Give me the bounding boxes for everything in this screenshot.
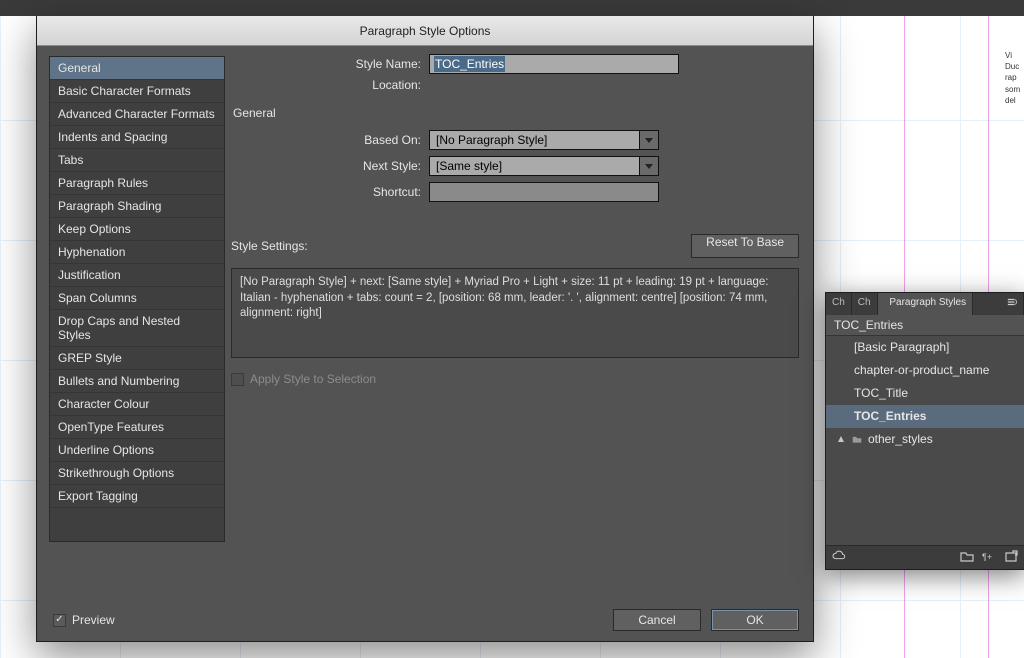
tab-character-styles-2[interactable]: Ch (852, 293, 878, 315)
background-text: Vi Duc rap som del (1005, 50, 1024, 250)
style-name-input[interactable]: TOC_Entries (429, 54, 679, 74)
clear-override-icon[interactable]: ¶+ (982, 549, 996, 566)
style-name-label: Style Name: (231, 57, 421, 71)
style-item-basic-paragraph[interactable]: [Basic Paragraph] (826, 336, 1024, 359)
style-settings-text[interactable]: [No Paragraph Style] + next: [Same style… (231, 268, 799, 358)
sidebar-item-advanced-char[interactable]: Advanced Character Formats (50, 103, 224, 126)
shortcut-input[interactable] (429, 182, 659, 202)
next-style-value: [Same style] (429, 156, 639, 176)
tab-paragraph-styles[interactable]: Paragraph Styles (878, 293, 974, 315)
dialog-title: Paragraph Style Options (37, 16, 813, 46)
chevron-down-icon[interactable] (639, 156, 659, 176)
sidebar-item-indents[interactable]: Indents and Spacing (50, 126, 224, 149)
new-folder-icon[interactable] (960, 549, 974, 566)
shortcut-label: Shortcut: (231, 185, 421, 199)
reset-to-base-button[interactable]: Reset To Base (691, 234, 799, 258)
cloud-sync-icon[interactable] (832, 549, 846, 566)
style-folder-label: other_styles (868, 432, 933, 446)
sidebar-item-hyphenation[interactable]: Hyphenation (50, 241, 224, 264)
sidebar-item-basic-char[interactable]: Basic Character Formats (50, 80, 224, 103)
location-label: Location: (231, 78, 421, 92)
folder-icon (852, 434, 862, 444)
sidebar-item-justification[interactable]: Justification (50, 264, 224, 287)
new-style-icon[interactable] (1004, 549, 1018, 566)
based-on-value: [No Paragraph Style] (429, 130, 639, 150)
next-style-dropdown[interactable]: [Same style] (429, 156, 659, 176)
style-item-toc-title[interactable]: TOC_Title (826, 382, 1024, 405)
styles-list[interactable]: [Basic Paragraph] chapter-or-product_nam… (826, 335, 1024, 545)
category-sidebar[interactable]: General Basic Character Formats Advanced… (49, 56, 225, 542)
menu-icon (1007, 297, 1017, 307)
style-settings-label: Style Settings: (231, 239, 308, 253)
disclosure-triangle-icon (836, 434, 846, 444)
apply-style-checkbox (231, 373, 244, 386)
preview-checkbox[interactable] (53, 614, 66, 627)
sidebar-item-export-tagging[interactable]: Export Tagging (50, 485, 224, 508)
chevron-down-icon[interactable] (639, 130, 659, 150)
sidebar-item-span-columns[interactable]: Span Columns (50, 287, 224, 310)
sidebar-item-grep[interactable]: GREP Style (50, 347, 224, 370)
sidebar-item-paragraph-rules[interactable]: Paragraph Rules (50, 172, 224, 195)
sidebar-item-paragraph-shading[interactable]: Paragraph Shading (50, 195, 224, 218)
style-folder-other[interactable]: other_styles (826, 428, 1024, 450)
sidebar-item-bullets[interactable]: Bullets and Numbering (50, 370, 224, 393)
next-style-label: Next Style: (231, 159, 421, 173)
sidebar-item-opentype[interactable]: OpenType Features (50, 416, 224, 439)
section-heading-general: General (233, 106, 799, 120)
sidebar-item-underline[interactable]: Underline Options (50, 439, 224, 462)
panel-tabs: Ch Ch Paragraph Styles (826, 293, 1024, 315)
preview-label: Preview (72, 613, 115, 627)
paragraph-style-options-dialog: Paragraph Style Options General Basic Ch… (36, 16, 814, 642)
style-item-toc-entries[interactable]: TOC_Entries (826, 405, 1024, 428)
current-style-header: TOC_Entries (826, 315, 1024, 335)
ok-button[interactable]: OK (711, 609, 799, 631)
sidebar-item-tabs[interactable]: Tabs (50, 149, 224, 172)
cancel-button[interactable]: Cancel (613, 609, 701, 631)
application-bar (0, 0, 1024, 16)
sidebar-item-general[interactable]: General (50, 57, 224, 80)
sidebar-item-dropcaps[interactable]: Drop Caps and Nested Styles (50, 310, 224, 347)
based-on-label: Based On: (231, 133, 421, 147)
sidebar-item-keep-options[interactable]: Keep Options (50, 218, 224, 241)
apply-style-label: Apply Style to Selection (250, 372, 376, 386)
paragraph-styles-panel: Ch Ch Paragraph Styles TOC_Entries [Basi… (825, 292, 1024, 570)
panel-menu-button[interactable] (973, 293, 1024, 315)
svg-text:¶+: ¶+ (982, 552, 992, 562)
sidebar-item-char-colour[interactable]: Character Colour (50, 393, 224, 416)
style-name-value: TOC_Entries (434, 56, 505, 72)
tab-character-styles-1[interactable]: Ch (826, 293, 852, 315)
based-on-dropdown[interactable]: [No Paragraph Style] (429, 130, 659, 150)
style-item-chapter-product[interactable]: chapter-or-product_name (826, 359, 1024, 382)
sidebar-item-strikethrough[interactable]: Strikethrough Options (50, 462, 224, 485)
